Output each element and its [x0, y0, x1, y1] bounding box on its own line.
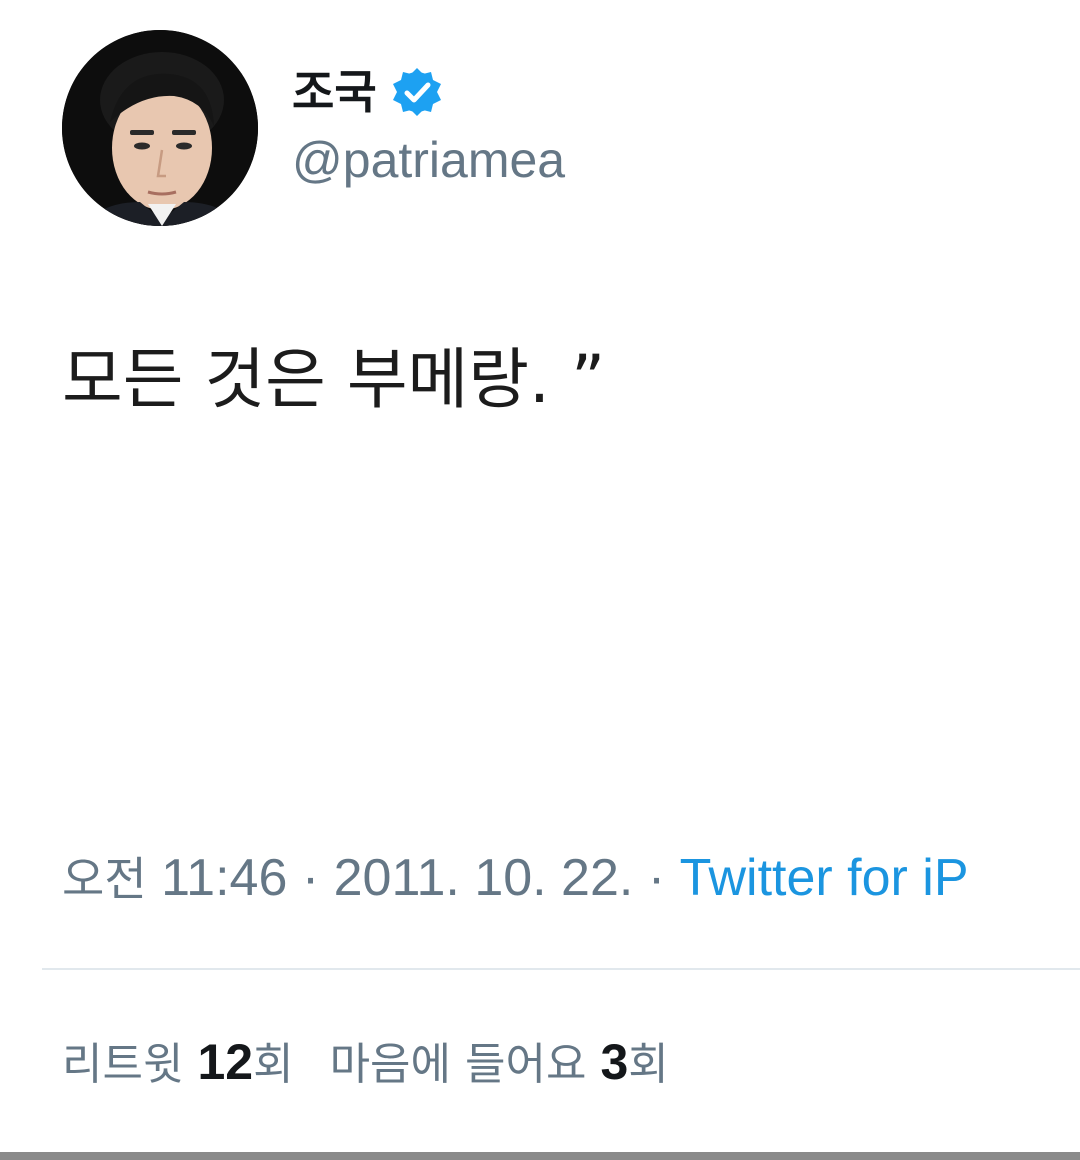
bottom-edge-bar [0, 1152, 1080, 1160]
likes-label: 마음에 들어요 [329, 1039, 587, 1090]
tweet-source-link[interactable]: Twitter for iP [680, 849, 969, 907]
likes-unit: 회 [628, 1039, 669, 1090]
name-row: 조국 [292, 62, 443, 122]
retweets-count: 12 [197, 1034, 254, 1090]
tweet-stats: 리트윗 12회 마음에 들어요 3회 [62, 1030, 669, 1094]
likes-stat[interactable]: 마음에 들어요 3회 [329, 1034, 669, 1090]
profile-photo [62, 30, 258, 226]
retweets-unit: 회 [253, 1039, 294, 1090]
divider [42, 968, 1080, 970]
display-name[interactable]: 조국 [292, 62, 377, 122]
avatar[interactable] [62, 30, 258, 226]
tweet-metadata: 오전 11:46 · 2011. 10. 22. · Twitter for i… [62, 846, 969, 910]
retweets-stat[interactable]: 리트윗 12회 [62, 1034, 294, 1090]
user-handle[interactable]: @patriamea [292, 130, 565, 190]
meta-separator: · [301, 849, 320, 907]
tweet-detail: 조국 @patriamea 모든 것은 부메랑. ” 오전 11:46 · 20… [0, 0, 1080, 1160]
retweets-label: 리트윗 [62, 1039, 184, 1090]
meta-separator: · [647, 849, 666, 907]
tweet-time[interactable]: 11:46 [161, 849, 287, 907]
tweet-text: 모든 것은 부메랑. ” [62, 341, 606, 418]
likes-count: 3 [600, 1034, 629, 1090]
tweet-date[interactable]: 2011. 10. 22. [334, 849, 634, 907]
time-period: 오전 [62, 852, 147, 906]
verified-badge-icon [391, 66, 443, 118]
